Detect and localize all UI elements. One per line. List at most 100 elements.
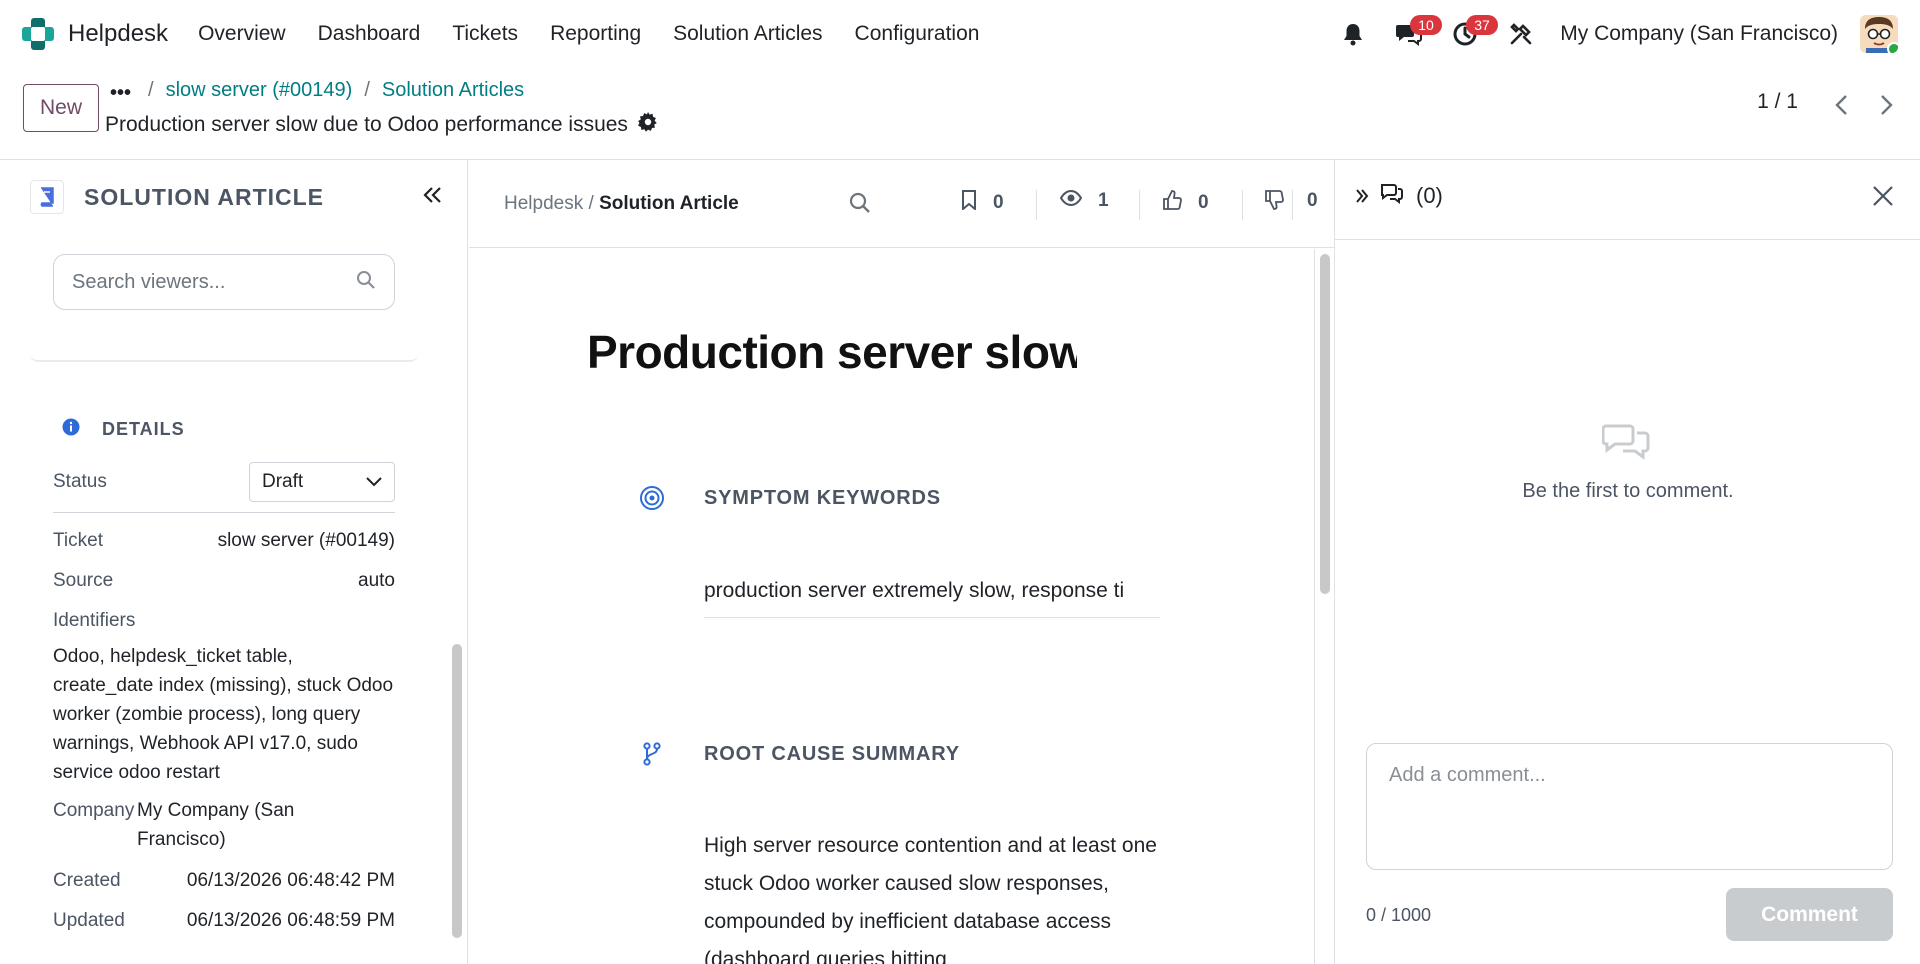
comments-icon [1380, 182, 1404, 210]
breadcrumb-ticket-link[interactable]: slow server (#00149) [166, 79, 353, 102]
comment-box [1366, 743, 1893, 870]
updated-row: Updated 06/13/2026 06:48:59 PM [53, 910, 395, 932]
comment-input[interactable] [1389, 764, 1870, 849]
breadcrumb-solution-articles-link[interactable]: Solution Articles [382, 79, 524, 102]
tools-icon[interactable] [1504, 17, 1538, 51]
views-stat: 1 [1059, 189, 1109, 212]
comment-char-count: 0 / 1000 [1366, 905, 1432, 925]
comments-count: (0) [1380, 182, 1443, 210]
company-row: Company My Company (San Francisco) [53, 800, 395, 850]
eye-icon [1059, 189, 1083, 212]
status-label: Status [53, 471, 107, 492]
article-panel: Helpdesk / Solution Article 0 1 0 0 Prod… [469, 160, 1334, 964]
details-card: DETAILS Status Draft Ticket slow server … [30, 382, 418, 964]
messages-badge: 10 [1410, 15, 1442, 35]
breadcrumb-separator: / [148, 79, 154, 101]
chevron-down-icon [366, 471, 382, 493]
likes-stat[interactable]: 0 [1162, 190, 1209, 216]
info-icon [62, 418, 80, 441]
breadcrumb-separator: / [364, 79, 370, 101]
breadcrumb-more-button[interactable]: ••• [110, 82, 131, 105]
symptom-keywords-field[interactable]: production server extremely slow, respon… [704, 579, 1160, 618]
source-label: Source [53, 570, 114, 591]
helpdesk-logo-icon[interactable] [22, 18, 54, 50]
thumbs-up-icon [1162, 190, 1182, 216]
menu-tickets[interactable]: Tickets [452, 22, 518, 46]
menu-solution-articles[interactable]: Solution Articles [673, 22, 822, 46]
activities-clock-icon[interactable]: 37 [1448, 15, 1498, 51]
comments-panel: (0) Be the first to comment. 0 / 1000 Co… [1334, 160, 1920, 964]
search-icon[interactable] [356, 270, 376, 295]
article-toolbar: Helpdesk / Solution Article 0 1 0 0 [469, 160, 1334, 248]
toolbar-divider [1242, 190, 1243, 220]
empty-comments-icon [1601, 422, 1650, 465]
status-select[interactable]: Draft [249, 462, 395, 502]
toolbar-divider [1036, 190, 1037, 220]
views-count: 1 [1098, 190, 1109, 211]
root-cause-text[interactable]: High server resource contention and at l… [704, 827, 1160, 964]
user-avatar[interactable] [1860, 15, 1898, 53]
article-scrollbar[interactable] [1320, 254, 1330, 594]
likes-count: 0 [1198, 192, 1209, 213]
updated-value: 06/13/2026 06:48:59 PM [186, 910, 395, 931]
expand-panel-icon[interactable] [1355, 188, 1369, 209]
article-breadcrumb-root[interactable]: Helpdesk / [504, 193, 594, 214]
empty-comments-text: Be the first to comment. [1522, 480, 1734, 502]
article-title[interactable]: Production server slow due t [587, 325, 1077, 379]
menu-dashboard[interactable]: Dashboard [318, 22, 421, 46]
close-icon[interactable] [1871, 184, 1895, 213]
pager-previous-button[interactable] [1826, 90, 1856, 120]
article-breadcrumb: Helpdesk / Solution Article [504, 193, 739, 215]
solution-article-sidebar: SOLUTION ARTICLE DETAILS Status Draft T [0, 160, 468, 964]
updated-label: Updated [53, 910, 125, 931]
target-icon [639, 485, 665, 511]
status-divider [53, 512, 395, 513]
new-button[interactable]: New [23, 84, 99, 132]
bell-icon[interactable] [1336, 17, 1370, 51]
app-name[interactable]: Helpdesk [68, 20, 168, 48]
comments-header: (0) [1335, 160, 1920, 240]
main-menu: Overview Dashboard Tickets Reporting Sol… [198, 22, 979, 46]
pager-next-button[interactable] [1872, 90, 1902, 120]
messages-icon[interactable]: 10 [1392, 15, 1442, 51]
identifiers-row: Identifiers [53, 610, 395, 632]
created-value: 06/13/2026 06:48:42 PM [186, 870, 395, 891]
company-value: My Company (San Francisco) [137, 800, 295, 850]
dislikes-count-wrap: 0 [1307, 190, 1318, 212]
bookmark-count: 0 [993, 192, 1004, 213]
navbar-systray: 10 37 My Company (San Francisco) [1314, 0, 1898, 68]
company-switcher[interactable]: My Company (San Francisco) [1560, 22, 1838, 46]
book-icon [30, 180, 64, 214]
activities-badge: 37 [1466, 15, 1498, 35]
sidebar-header: SOLUTION ARTICLE [30, 180, 324, 214]
details-header: DETAILS [62, 418, 185, 441]
created-row: Created 06/13/2026 06:48:42 PM [53, 870, 395, 892]
company-label: Company [53, 800, 135, 821]
comments-count-label: (0) [1416, 183, 1443, 208]
dislikes-count: 0 [1307, 190, 1318, 211]
breadcrumb: / slow server (#00149) / Solution Articl… [148, 79, 524, 102]
bookmark-stat[interactable]: 0 [961, 190, 1004, 216]
sidebar-scrollbar[interactable] [452, 644, 462, 938]
toolbar-divider [1292, 190, 1293, 220]
bookmark-icon [961, 190, 977, 216]
search-viewers-input[interactable] [72, 270, 356, 294]
collapse-sidebar-icon[interactable] [418, 180, 448, 210]
symptom-keywords-heading: SYMPTOM KEYWORDS [704, 487, 941, 509]
thumbs-down-icon [1264, 190, 1284, 216]
source-row: Source auto [53, 570, 395, 592]
article-search-icon[interactable] [849, 192, 871, 219]
search-viewers-box [53, 254, 395, 310]
menu-reporting[interactable]: Reporting [550, 22, 641, 46]
dislikes-stat[interactable] [1264, 190, 1284, 216]
root-cause-heading: ROOT CAUSE SUMMARY [704, 743, 960, 765]
ticket-value[interactable]: slow server (#00149) [218, 530, 395, 552]
menu-overview[interactable]: Overview [198, 22, 286, 46]
menu-configuration[interactable]: Configuration [855, 22, 980, 46]
identifiers-label: Identifiers [53, 610, 136, 631]
comment-button[interactable]: Comment [1726, 888, 1893, 941]
top-navbar: Helpdesk Overview Dashboard Tickets Repo… [0, 0, 1920, 68]
gear-icon[interactable] [638, 112, 658, 138]
ticket-row: Ticket slow server (#00149) [53, 530, 395, 552]
article-body: Production server slow due t SYMPTOM KEY… [469, 249, 1314, 964]
